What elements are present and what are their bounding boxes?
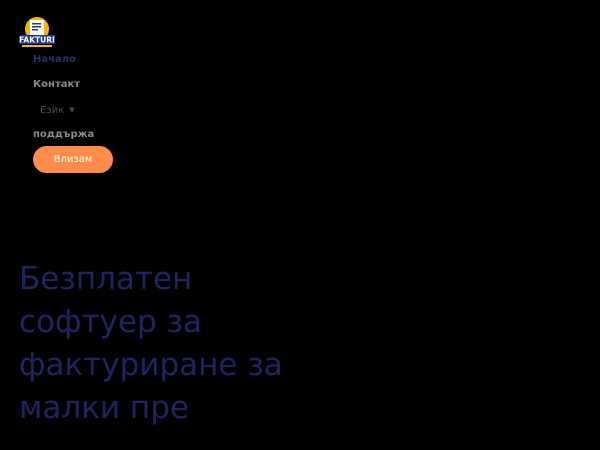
language-label: Език (40, 105, 65, 116)
language-selector[interactable]: Език ▼ (40, 100, 233, 125)
nav-contact-link[interactable]: Контакт (33, 75, 233, 100)
logo-text: FAKTURI (19, 35, 55, 44)
login-button[interactable]: Влизам (33, 146, 113, 173)
caret-down-icon: ▼ (69, 106, 75, 114)
main-nav: Начало Контакт Език ▼ поддържа (33, 50, 233, 150)
hero-title: Безплатен софтуер за фактуриране за малк… (19, 261, 283, 426)
fakturi-logo-icon[interactable]: FAKTURI (18, 16, 56, 50)
page: FAKTURI Начало Контакт Език ▼ поддържа Вл… (0, 0, 600, 450)
nav-home-link[interactable]: Начало (33, 50, 233, 75)
